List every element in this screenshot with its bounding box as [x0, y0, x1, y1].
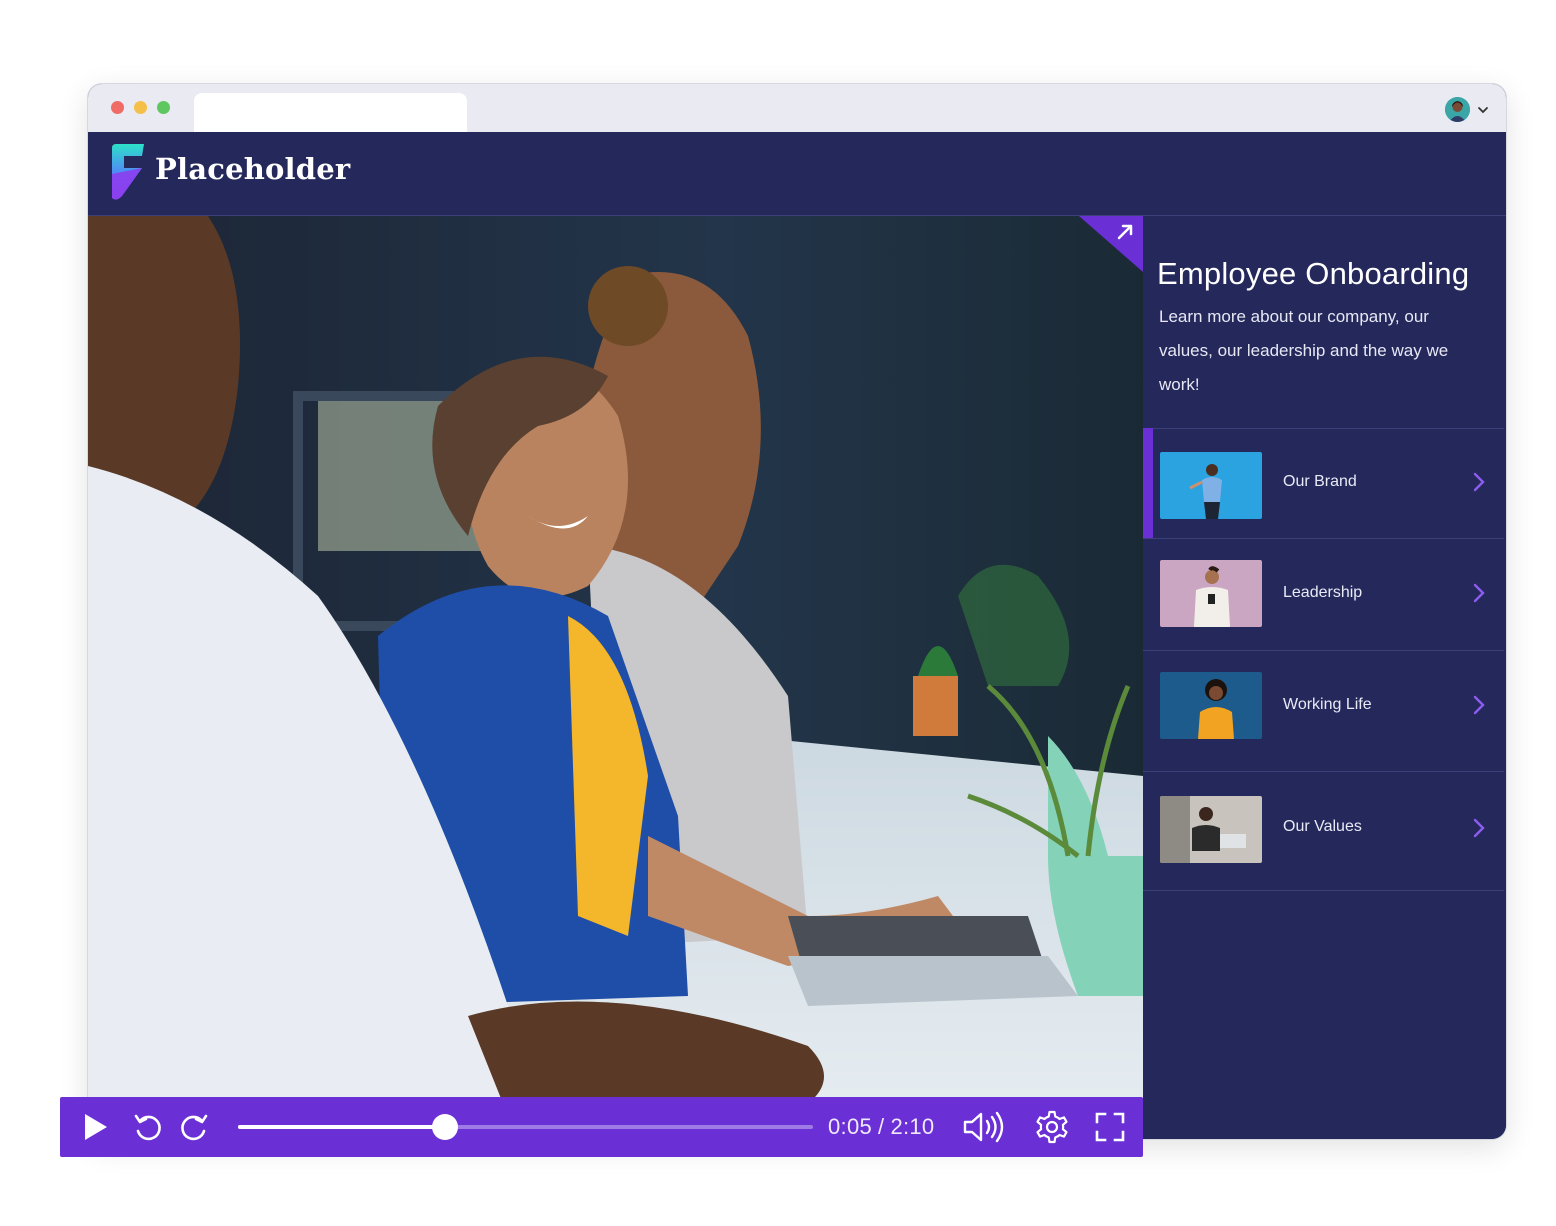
progress-handle[interactable]	[432, 1114, 458, 1140]
current-time: 0:05	[828, 1114, 873, 1139]
fullscreen-icon	[1095, 1112, 1125, 1142]
progress-fill	[238, 1125, 445, 1129]
chapter-thumbnail	[1160, 452, 1262, 519]
app-header: Placeholder	[88, 132, 1506, 216]
duration: 2:10	[890, 1114, 935, 1139]
brand-name[interactable]: Placeholder	[155, 152, 350, 186]
settings-button[interactable]	[1032, 1097, 1072, 1157]
browser-titlebar	[88, 84, 1506, 132]
open-external-icon[interactable]	[1079, 216, 1143, 272]
chevron-down-icon	[1478, 106, 1488, 113]
time-separator: /	[878, 1114, 885, 1139]
chevron-right-icon	[1473, 472, 1485, 492]
chevron-right-icon	[1473, 583, 1485, 603]
chapter-label: Leadership	[1283, 584, 1363, 601]
chapter-label: Our Values	[1283, 818, 1362, 835]
close-window-button[interactable]	[111, 101, 124, 114]
volume-button[interactable]	[960, 1097, 1006, 1157]
chevron-right-icon	[1473, 695, 1485, 715]
chapter-item-our-brand[interactable]: Our Brand	[1143, 428, 1504, 538]
chapter-thumbnail	[1160, 672, 1262, 739]
time-display: 0:05/2:10	[828, 1114, 934, 1140]
chapter-label: Working Life	[1283, 696, 1372, 713]
play-icon	[85, 1114, 107, 1140]
minimize-window-button[interactable]	[134, 101, 147, 114]
forward-icon	[181, 1114, 208, 1141]
chapter-item-working-life[interactable]: Working Life	[1143, 650, 1504, 760]
course-description: Learn more about our company, our values…	[1159, 307, 1449, 394]
chapter-thumbnail	[1160, 560, 1262, 627]
active-indicator	[1143, 428, 1153, 538]
avatar	[1445, 97, 1470, 122]
rewind-icon	[134, 1114, 161, 1141]
chapter-item-leadership[interactable]: Leadership	[1143, 538, 1504, 648]
forward-button[interactable]	[176, 1097, 212, 1157]
video-controls: 0:05/2:10	[60, 1097, 1143, 1157]
video-frame[interactable]	[88, 216, 1143, 1139]
video-still-image	[88, 216, 1143, 1139]
chevron-right-icon	[1473, 818, 1485, 838]
chapter-label: Our Brand	[1283, 473, 1357, 490]
browser-tab[interactable]	[194, 93, 467, 132]
maximize-window-button[interactable]	[157, 101, 170, 114]
settings-icon	[1036, 1110, 1068, 1144]
play-button[interactable]	[78, 1097, 112, 1157]
progress-slider[interactable]	[238, 1114, 813, 1140]
volume-icon	[963, 1111, 1004, 1143]
chapter-thumbnail	[1160, 796, 1262, 863]
fullscreen-button[interactable]	[1090, 1097, 1130, 1157]
course-sidebar: Employee Onboarding Learn more about our…	[1143, 216, 1506, 1139]
browser-window: Placeholder Employee Onboarding Learn mo…	[88, 84, 1506, 1139]
profile-menu[interactable]	[1445, 97, 1490, 122]
divider	[1143, 890, 1504, 891]
course-title: Employee Onboarding	[1157, 256, 1470, 291]
rewind-button[interactable]	[130, 1097, 166, 1157]
chapter-item-our-values[interactable]: Our Values	[1143, 771, 1504, 881]
brand-logo-icon	[112, 144, 144, 200]
